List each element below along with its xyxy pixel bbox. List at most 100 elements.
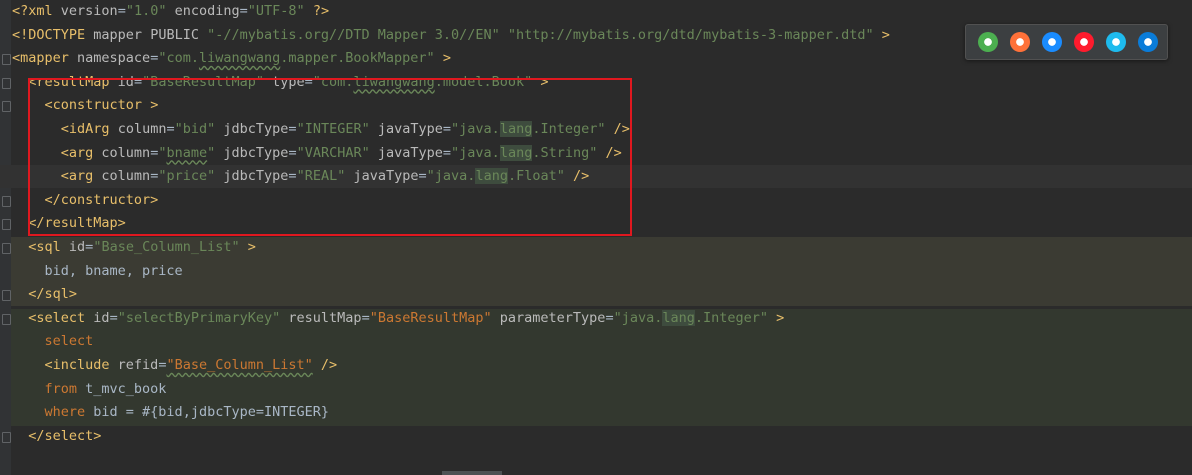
code-token: "UTF-8"	[247, 3, 305, 19]
fold-marker-icon[interactable]	[2, 77, 11, 89]
code-token: jdbcType	[223, 168, 289, 185]
code-token: .String"	[532, 144, 598, 161]
code-line[interactable]: where bid = #{bid,jdbcType=INTEGER}	[0, 401, 329, 424]
code-line[interactable]: </resultMap>	[0, 212, 126, 235]
code-token: id	[117, 73, 134, 90]
code-line[interactable]: </constructor>	[0, 189, 159, 212]
firefox-icon[interactable]	[1010, 32, 1030, 52]
code-token: bid, bname, price	[44, 262, 183, 279]
code-token: mapper	[93, 26, 143, 43]
code-token: <sql	[28, 239, 69, 255]
code-token: .Float"	[507, 168, 565, 185]
code-line[interactable]: <?xml version="1.0" encoding="UTF-8" ?>	[0, 0, 329, 23]
code-token: <!DOCTYPE	[12, 26, 94, 43]
code-line[interactable]: <resultMap id="BaseResultMap" type="com.…	[0, 71, 548, 94]
opera-icon[interactable]	[1074, 32, 1094, 52]
fold-marker-icon[interactable]	[2, 243, 11, 254]
code-token: =	[442, 144, 452, 161]
code-line[interactable]: <idArg column="bid" jdbcType="INTEGER" j…	[0, 118, 630, 141]
code-token: =	[605, 309, 614, 326]
code-token: column	[117, 121, 167, 137]
code-token: select	[44, 333, 94, 350]
code-line[interactable]: </select>	[0, 425, 101, 448]
code-token: <select	[28, 309, 94, 326]
code-token: >	[150, 97, 159, 114]
code-token: javaType	[377, 121, 443, 137]
code-token: />	[605, 144, 622, 161]
code-token: "http://mybatis.org/dtd/mybatis-3-mapper…	[507, 26, 874, 43]
code-token: <arg	[60, 144, 102, 161]
code-token: =	[288, 121, 297, 137]
code-token: .mapper.BookMapper"	[280, 50, 435, 67]
ie-icon[interactable]	[1106, 32, 1126, 52]
code-line[interactable]: bid, bname, price	[0, 260, 183, 283]
fold-marker-icon[interactable]	[2, 219, 11, 231]
code-token: "-//mybatis.org//DTD Mapper 3.0//EN"	[207, 26, 500, 43]
code-token: />	[573, 168, 590, 185]
code-token: >	[247, 239, 256, 255]
code-line[interactable]: <sql id="Base_Column_List" >	[0, 236, 256, 259]
code-token: .model.Book"	[434, 73, 533, 90]
code-line[interactable]: </sql>	[0, 283, 77, 306]
code-token: "INTEGER"	[296, 121, 370, 137]
code-line[interactable]: <!DOCTYPE mapper PUBLIC "-//mybatis.org/…	[0, 24, 890, 47]
code-line[interactable]: <constructor >	[0, 94, 159, 117]
code-line[interactable]: <select id="selectByPrimaryKey" resultMa…	[0, 307, 784, 330]
fold-marker-icon[interactable]	[2, 195, 11, 207]
code-line[interactable]: <arg column="bname" jdbcType="VARCHAR" j…	[0, 142, 622, 165]
code-token: encoding	[174, 3, 240, 19]
fold-marker-icon[interactable]	[2, 54, 11, 66]
code-token: "Base_Column_List"	[93, 239, 240, 255]
code-token: liwangwang	[353, 73, 435, 90]
code-token: <resultMap	[28, 73, 118, 90]
code-token: >	[776, 309, 785, 326]
code-editor[interactable]: <?xml version="1.0" encoding="UTF-8" ?> <…	[0, 0, 1192, 475]
code-token: ?>	[312, 3, 330, 19]
fold-marker-icon[interactable]	[2, 101, 11, 113]
code-line[interactable]: <arg column="price" jdbcType="REAL" java…	[0, 165, 1192, 189]
fold-marker-icon[interactable]	[2, 290, 11, 302]
code-token: "selectByPrimaryKey"	[117, 309, 281, 326]
code-token: parameterType	[499, 309, 606, 326]
code-token: <mapper	[12, 50, 78, 67]
code-token: "com.	[158, 50, 199, 67]
fold-marker-icon[interactable]	[2, 313, 11, 325]
code-token: where	[44, 404, 86, 421]
code-token: column	[101, 168, 151, 185]
code-token: "VARCHAR"	[296, 144, 370, 161]
code-token: =	[239, 3, 248, 19]
code-token: lang	[499, 121, 533, 137]
code-token: =	[288, 168, 297, 185]
safari-icon[interactable]	[1042, 32, 1062, 52]
code-line[interactable]: from t_mvc_book	[0, 378, 167, 401]
code-token: >	[881, 26, 890, 43]
code-line[interactable]: select	[0, 330, 94, 353]
code-token: =	[361, 309, 370, 326]
chrome-icon[interactable]	[978, 32, 998, 52]
code-line[interactable]: <include refid="Base_Column_List" />	[0, 354, 338, 377]
edge-icon[interactable]	[1138, 32, 1158, 52]
code-token: version	[60, 3, 118, 19]
code-line[interactable]: <mapper namespace="com.liwangwang.mapper…	[0, 47, 451, 70]
code-token: "1.0"	[125, 3, 167, 19]
code-token: <include	[44, 357, 118, 373]
code-token: javaType	[377, 144, 443, 161]
code-token: >	[442, 50, 451, 67]
horizontal-scrollbar-thumb[interactable]	[442, 471, 502, 475]
code-token: jdbcType	[223, 121, 289, 137]
fold-marker-icon[interactable]	[2, 431, 11, 443]
